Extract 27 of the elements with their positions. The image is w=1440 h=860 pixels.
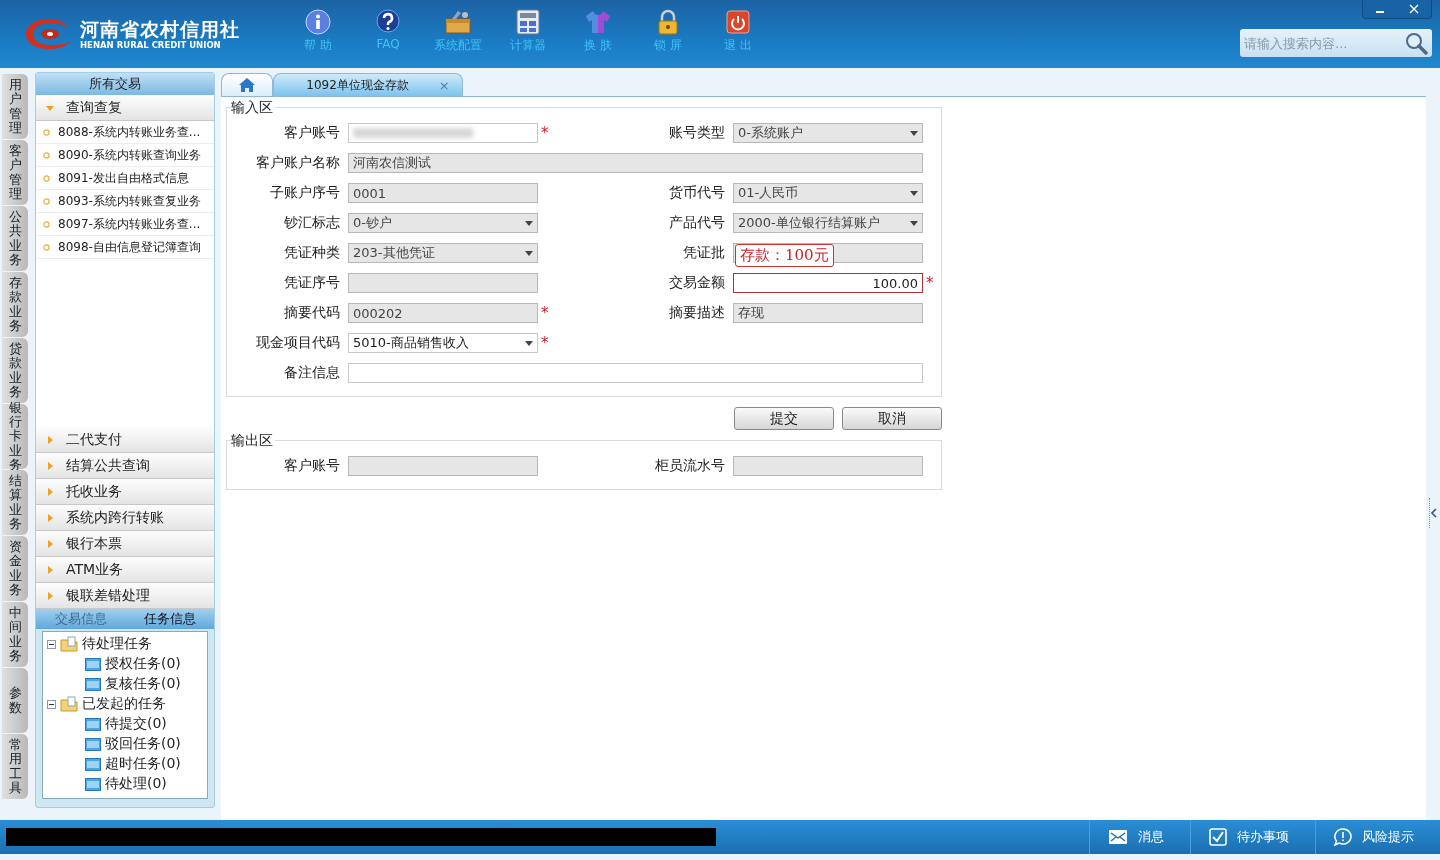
section-title: 输入区: [231, 99, 275, 117]
field-label: 账号类型: [668, 124, 726, 142]
required-mark: *: [540, 334, 550, 352]
field-label: 摘要代码: [283, 304, 341, 322]
field-label: 凭证序号: [283, 274, 341, 292]
field-label: 客户账号: [283, 457, 341, 475]
required-mark: *: [540, 304, 550, 322]
tooltip: 存款：100元: [735, 244, 834, 267]
field-label: 柜员流水号: [654, 457, 726, 475]
field-label: 客户账户名称: [255, 154, 341, 172]
field-label: 交易金额: [668, 274, 726, 292]
field-label: 钞汇标志: [283, 214, 341, 232]
logo-title: 河南省农村信用社: [80, 17, 240, 40]
field-label: 现金项目代码: [255, 334, 341, 352]
field-label: 备注信息: [283, 364, 341, 382]
field-label: 子账户序号: [269, 184, 341, 202]
required-mark: *: [540, 124, 550, 142]
logo-subtitle: HENAN RURAL CREDIT UNION: [80, 39, 222, 51]
field-label: 摘要描述: [668, 304, 726, 322]
field-label: 客户账号: [283, 124, 341, 142]
sidebar-title: 所有交易: [36, 73, 214, 95]
field-label: 凭证批: [682, 244, 726, 262]
required-mark: *: [925, 274, 935, 292]
field-label: 凭证种类: [283, 244, 341, 262]
field-label: 产品代号: [668, 214, 726, 232]
section-title: 输出区: [231, 432, 275, 450]
field-label: 货币代号: [668, 184, 726, 202]
